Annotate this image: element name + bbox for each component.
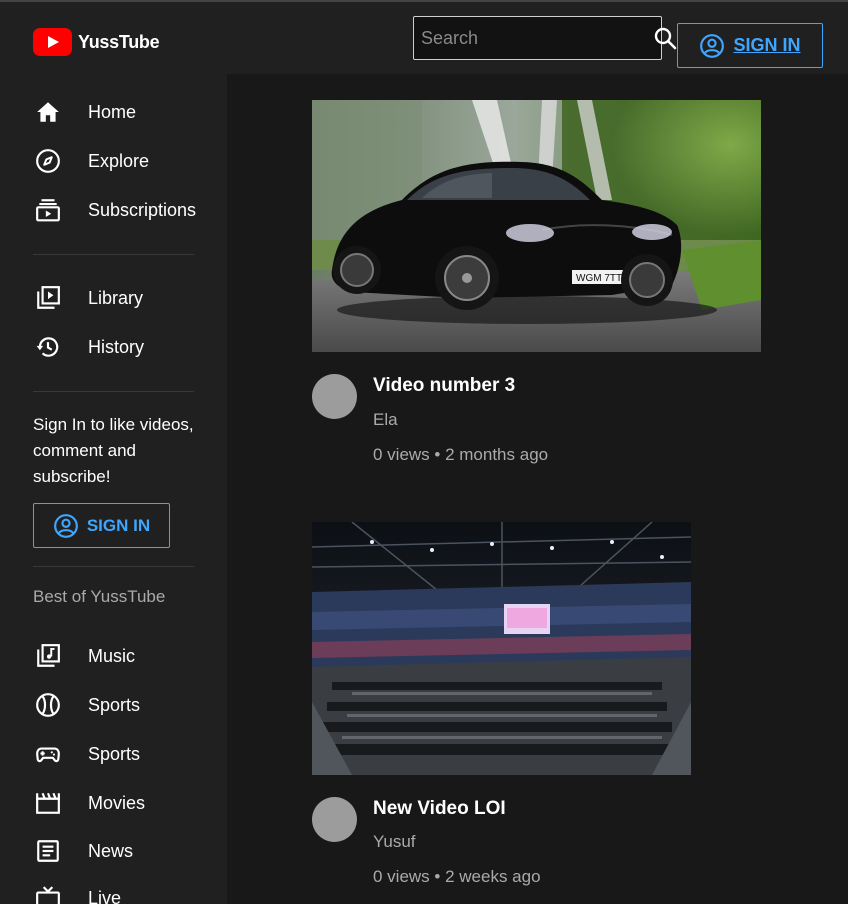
sidebar-divider (33, 254, 194, 255)
best-of-section-title: Best of YussTube (33, 587, 166, 606)
sidebar-item-history[interactable]: History (33, 327, 203, 367)
yusstube-logo[interactable]: YussTube (33, 28, 160, 56)
sidebar-item-label: Library (88, 287, 144, 308)
sidebar-item-label: News (88, 840, 134, 861)
video-card: WGM 7TT7 Video number 3 Ela 0 views • 2 … (312, 100, 761, 480)
sidebar-item-news[interactable]: News (33, 831, 203, 871)
sidebar-divider (33, 566, 194, 567)
sports-ball-icon (33, 690, 63, 720)
sidebar-item-label: History (88, 336, 145, 357)
sidebar-item-music[interactable]: Music (33, 636, 203, 676)
sidebar-item-subscriptions[interactable]: Subscriptions (33, 190, 203, 230)
header-sign-in-button[interactable]: SIGN IN (677, 23, 823, 68)
search-box (413, 16, 677, 60)
live-tv-icon (33, 883, 63, 904)
account-circle-icon (53, 513, 78, 538)
video-channel-name[interactable]: Ela (373, 410, 398, 430)
sidebar-item-label: Sports (88, 694, 141, 715)
subscriptions-icon (33, 195, 63, 225)
search-button[interactable] (653, 17, 677, 59)
video-channel-name[interactable]: Yusuf (373, 832, 416, 852)
video-thumbnail[interactable] (312, 522, 691, 775)
search-icon (654, 27, 677, 50)
sidebar-item-label: Subscriptions (88, 199, 197, 220)
car-thumbnail-image: WGM 7TT7 (312, 100, 761, 352)
sidebar-sign-in-label: SIGN IN (86, 515, 151, 535)
sidebar-item-label: Explore (88, 150, 150, 171)
arena-thumbnail-image (312, 522, 691, 775)
sidebar-item-live[interactable]: Live (33, 878, 203, 904)
header-sign-in-label: SIGN IN (733, 35, 801, 55)
video-title[interactable]: Video number 3 (373, 375, 515, 397)
video-card: New Video LOI Yusuf 0 views • 2 weeks ag… (312, 522, 691, 902)
home-icon (33, 97, 63, 127)
library-icon (33, 283, 63, 313)
gamepad-icon (33, 739, 63, 769)
clapperboard-icon (33, 788, 63, 818)
sidebar-item-label: Sports (88, 743, 141, 764)
video-meta: 0 views • 2 months ago (373, 445, 549, 464)
sidebar-divider (33, 391, 194, 392)
history-icon (33, 332, 63, 362)
sidebar-item-label: Live (88, 887, 122, 904)
sign-in-prompt: Sign In to like videos, comment and subs… (33, 415, 194, 486)
sidebar-item-label: Music (88, 645, 136, 666)
sidebar-item-label: Home (88, 101, 137, 122)
sidebar-sign-in-button[interactable]: SIGN IN (33, 503, 170, 548)
sidebar-item-sports[interactable]: Sports (33, 685, 203, 725)
news-icon (33, 836, 63, 866)
music-icon (33, 641, 63, 671)
play-logo-icon (33, 28, 72, 56)
sidebar-item-explore[interactable]: Explore (33, 141, 203, 181)
sidebar: Home Explore Subscriptions Library Histo… (0, 74, 227, 904)
video-meta: 0 views • 2 weeks ago (373, 867, 541, 886)
sidebar-item-movies[interactable]: Movies (33, 783, 203, 823)
channel-avatar[interactable] (312, 374, 357, 419)
video-thumbnail[interactable]: WGM 7TT7 (312, 100, 761, 352)
sidebar-item-library[interactable]: Library (33, 278, 203, 318)
compass-icon (33, 146, 63, 176)
channel-avatar[interactable] (312, 797, 357, 842)
sidebar-item-label: Movies (88, 792, 146, 813)
search-input[interactable] (414, 17, 653, 59)
account-circle-icon (700, 33, 725, 58)
app-name: YussTube (78, 31, 160, 52)
sidebar-item-home[interactable]: Home (33, 92, 203, 132)
svg-text:WGM 7TT7: WGM 7TT7 (576, 273, 628, 284)
sidebar-item-gaming[interactable]: Sports (33, 734, 203, 774)
video-title[interactable]: New Video LOI (373, 798, 506, 820)
top-header: YussTube SIGN IN (0, 2, 848, 74)
